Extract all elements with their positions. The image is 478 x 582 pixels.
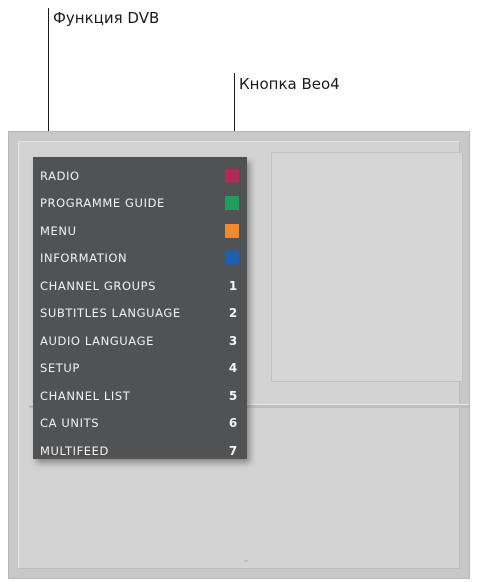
menu-item-information[interactable]: INFORMATION (33, 245, 247, 273)
menu-item-label: AUDIO LANGUAGE (40, 333, 154, 348)
menu-item-label: SUBTITLES LANGUAGE (40, 306, 181, 321)
menu-item-setup[interactable]: SETUP 4 (33, 355, 247, 383)
menu-item-subtitles-language[interactable]: SUBTITLES LANGUAGE 2 (33, 300, 247, 328)
number-key: 2 (228, 306, 238, 321)
tv-indicator-dot (244, 560, 248, 562)
menu-item-channel-groups[interactable]: CHANNEL GROUPS 1 (33, 272, 247, 300)
number-key: 3 (228, 333, 238, 348)
number-key: 5 (228, 388, 238, 403)
menu-item-audio-language[interactable]: AUDIO LANGUAGE 3 (33, 327, 247, 355)
menu-item-menu[interactable]: MENU (33, 217, 247, 245)
menu-item-label: RADIO (40, 168, 80, 183)
color-key-swatch (225, 196, 239, 211)
number-key: 4 (228, 361, 238, 376)
menu-item-channel-list[interactable]: CHANNEL LIST 5 (33, 382, 247, 410)
menu-item-programme-guide[interactable]: PROGRAMME GUIDE (33, 190, 247, 218)
dvb-function-callout-label: Функция DVB (53, 9, 160, 27)
color-key-swatch (225, 168, 239, 183)
menu-item-radio[interactable]: RADIO (33, 162, 247, 190)
tv-picture-pane (271, 152, 463, 382)
menu-item-label: MENU (40, 223, 77, 238)
menu-item-label: MULTIFEED (40, 443, 109, 458)
menu-item-label: CHANNEL LIST (40, 388, 131, 403)
menu-item-ca-units[interactable]: CA UNITS 6 (33, 410, 247, 438)
menu-item-label: PROGRAMME GUIDE (40, 196, 165, 211)
beo4-button-callout-label: Кнопка Beo4 (239, 75, 340, 93)
menu-item-label: INFORMATION (40, 251, 128, 266)
menu-item-label: CA UNITS (40, 416, 100, 431)
menu-item-label: SETUP (40, 361, 80, 376)
dvb-osd-menu: RADIO PROGRAMME GUIDE MENU INFORMATION CHANN… (33, 157, 247, 459)
number-key: 1 (228, 278, 238, 293)
color-key-swatch (225, 223, 239, 238)
color-key-swatch (225, 251, 239, 266)
menu-item-label: CHANNEL GROUPS (40, 278, 157, 293)
number-key: 7 (228, 443, 238, 458)
number-key: 6 (228, 416, 238, 431)
menu-item-multifeed[interactable]: MULTIFEED 7 (33, 437, 247, 465)
